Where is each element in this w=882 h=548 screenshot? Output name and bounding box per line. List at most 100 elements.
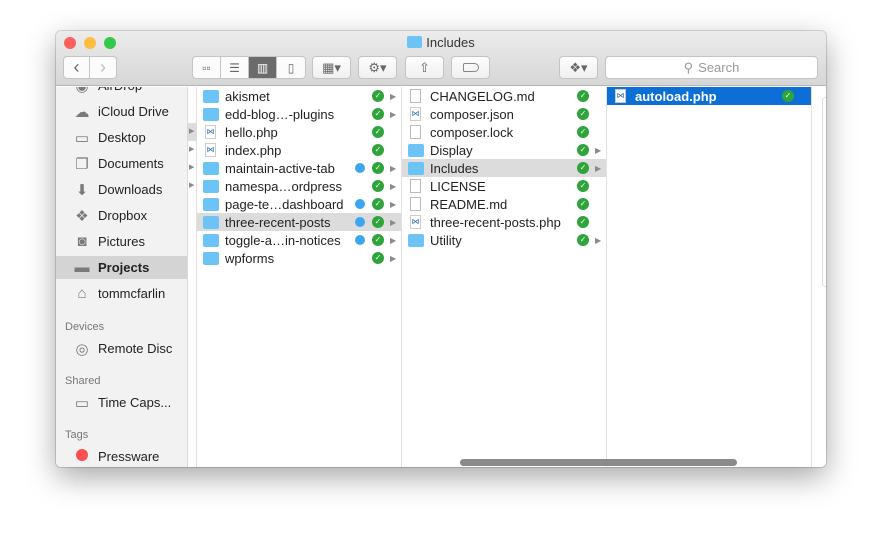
- column-view-button[interactable]: ▥: [249, 57, 277, 78]
- list-item[interactable]: composer.lock ✓: [402, 123, 606, 141]
- item-name: LICENSE: [430, 178, 486, 194]
- list-item[interactable]: CHANGELOG.md ✓: [402, 87, 606, 105]
- folder-icon: ▬: [74, 259, 90, 276]
- sidebar-item-label: tommcfarlin: [98, 286, 166, 301]
- column-projects: akismet ✓ ▶ edd-blog…-plugins ✓ ▶ ⋈ hello.php ✓ ⋈…: [197, 87, 402, 467]
- chevron-right-icon: ▶: [390, 109, 397, 119]
- list-item[interactable]: akismet ✓ ▶: [197, 87, 401, 105]
- arrange-button[interactable]: ▦▾: [312, 56, 351, 79]
- tag-button[interactable]: [451, 56, 490, 79]
- preview-column: [812, 87, 826, 467]
- code-file-icon: ⋈: [205, 125, 216, 139]
- list-item[interactable]: Display ✓ ▶: [402, 141, 606, 159]
- sync-check-icon: ✓: [372, 216, 384, 228]
- sidebar-item-projects[interactable]: ▬ Projects: [56, 256, 187, 279]
- back-button[interactable]: ‹: [64, 57, 90, 78]
- item-name: page-te…dashboard: [225, 196, 344, 212]
- list-item[interactable]: LICENSE ✓: [402, 177, 606, 195]
- action-button[interactable]: ⚙▾: [358, 56, 397, 79]
- sync-check-icon: ✓: [782, 90, 794, 102]
- sync-check-icon: ✓: [372, 126, 384, 138]
- dropbox-icon: ❖: [75, 207, 89, 225]
- list-item[interactable]: edd-blog…-plugins ✓ ▶: [197, 105, 401, 123]
- blue-tag-icon: [355, 163, 365, 173]
- item-name: index.php: [225, 142, 282, 158]
- sidebar-item-label: Downloads: [98, 182, 163, 197]
- sidebar-item-airdrop[interactable]: ◉ AirDrop: [56, 87, 187, 97]
- sidebar-item-pictures[interactable]: ◙ Pictures: [56, 230, 187, 253]
- cover-flow-button[interactable]: ▯: [277, 57, 305, 78]
- sync-check-icon: ✓: [372, 108, 384, 120]
- list-item[interactable]: Includes ✓ ▶: [402, 159, 606, 177]
- chevron-right-icon: ▶: [390, 163, 397, 173]
- folder-icon: [203, 107, 219, 121]
- share-button[interactable]: ⇧: [405, 56, 444, 79]
- folder-icon: [203, 251, 219, 265]
- list-view-button[interactable]: ☰: [221, 57, 249, 78]
- list-item[interactable]: ⋈ hello.php ✓: [197, 123, 401, 141]
- folder-icon: [407, 36, 423, 48]
- item-name: composer.json: [430, 106, 514, 122]
- list-item[interactable]: page-te…dashboard ✓ ▶: [197, 195, 401, 213]
- list-item[interactable]: maintain-active-tab ✓ ▶: [197, 159, 401, 177]
- previous-column-strip[interactable]: ▶ ▶ ▶ ▶: [188, 87, 197, 467]
- sync-check-icon: ✓: [577, 234, 589, 246]
- sidebar-item-remote-disc[interactable]: ◎ Remote Disc: [56, 337, 187, 360]
- dropbox-icon: ❖▾: [569, 59, 588, 75]
- title-bar: Includes ‹ › ▫▫ ☰ ▥ ▯ ▦▾ ⚙▾ ⇧ ❖▾ ⚲ Search: [56, 31, 826, 86]
- folder-icon: [203, 161, 219, 175]
- item-name: akismet: [225, 88, 270, 104]
- list-item[interactable]: README.md ✓: [402, 195, 606, 213]
- sidebar: ◉ AirDrop ☁ iCloud Drive ▭ Desktop ❐ Documents ⬇…: [56, 87, 188, 467]
- sidebar-item-label: Projects: [98, 260, 150, 275]
- list-item[interactable]: Utility ✓ ▶: [402, 231, 606, 249]
- sidebar-item-desktop[interactable]: ▭ Desktop: [56, 126, 187, 149]
- folder-icon: [408, 143, 424, 157]
- list-item[interactable]: wpforms ✓ ▶: [197, 249, 401, 267]
- list-item[interactable]: three-recent-posts ✓ ▶: [197, 213, 401, 231]
- downloads-icon: ⬇: [75, 181, 89, 199]
- search-field[interactable]: ⚲ Search: [605, 56, 818, 79]
- nav-buttons: ‹ ›: [63, 56, 117, 79]
- list-item[interactable]: toggle-a…in-notices ✓ ▶: [197, 231, 401, 249]
- sync-check-icon: ✓: [577, 108, 589, 120]
- list-item[interactable]: ⋈ composer.json ✓: [402, 105, 606, 123]
- list-item[interactable]: ⋈ three-recent-posts.php ✓: [402, 213, 606, 231]
- tag-color-icon: [72, 448, 92, 465]
- folder-icon: [203, 215, 219, 229]
- blue-tag-icon: [355, 217, 365, 227]
- sync-check-icon: ✓: [372, 234, 384, 246]
- sidebar-item-documents[interactable]: ❐ Documents: [56, 152, 187, 175]
- list-item[interactable]: namespa…ordpress ✓ ▶: [197, 177, 401, 195]
- sync-check-icon: ✓: [372, 180, 384, 192]
- sidebar-item-downloads[interactable]: ⬇ Downloads: [56, 178, 187, 201]
- document-icon: [410, 197, 421, 211]
- item-name: autoload.php: [635, 88, 717, 104]
- sidebar-item-pressware[interactable]: Pressware: [56, 445, 187, 467]
- sidebar-item-dropbox[interactable]: ❖ Dropbox: [56, 204, 187, 227]
- chevron-right-icon: ▶: [189, 164, 195, 171]
- gear-icon: ⚙▾: [368, 59, 387, 75]
- dropbox-button[interactable]: ❖▾: [559, 56, 598, 79]
- chevron-right-icon: ▶: [390, 235, 397, 245]
- sidebar-item-label: iCloud Drive: [98, 104, 169, 119]
- sidebar-item-tommcfarlin[interactable]: ⌂ tommcfarlin: [56, 282, 187, 305]
- blue-tag-icon: [355, 199, 365, 209]
- camera-icon: ◙: [77, 233, 87, 250]
- forward-button[interactable]: ›: [90, 57, 116, 78]
- list-item[interactable]: ⋈ index.php ✓: [197, 141, 401, 159]
- display-icon: ▭: [74, 394, 90, 412]
- item-name: three-recent-posts: [225, 214, 331, 230]
- list-item[interactable]: ⋈ autoload.php ✓: [607, 87, 811, 105]
- sync-check-icon: ✓: [577, 180, 589, 192]
- sidebar-item-time-caps-[interactable]: ▭ Time Caps...: [56, 391, 187, 414]
- chevron-right-icon: ▶: [595, 163, 602, 173]
- horizontal-scrollbar[interactable]: [460, 459, 737, 466]
- sidebar-item-icloud-drive[interactable]: ☁ iCloud Drive: [56, 100, 187, 123]
- desktop-icon: ▭: [74, 129, 90, 147]
- item-name: CHANGELOG.md: [430, 88, 535, 104]
- icon-view-button[interactable]: ▫▫: [193, 57, 221, 78]
- sync-check-icon: ✓: [372, 144, 384, 156]
- sync-check-icon: ✓: [577, 162, 589, 174]
- item-name: three-recent-posts.php: [430, 214, 561, 230]
